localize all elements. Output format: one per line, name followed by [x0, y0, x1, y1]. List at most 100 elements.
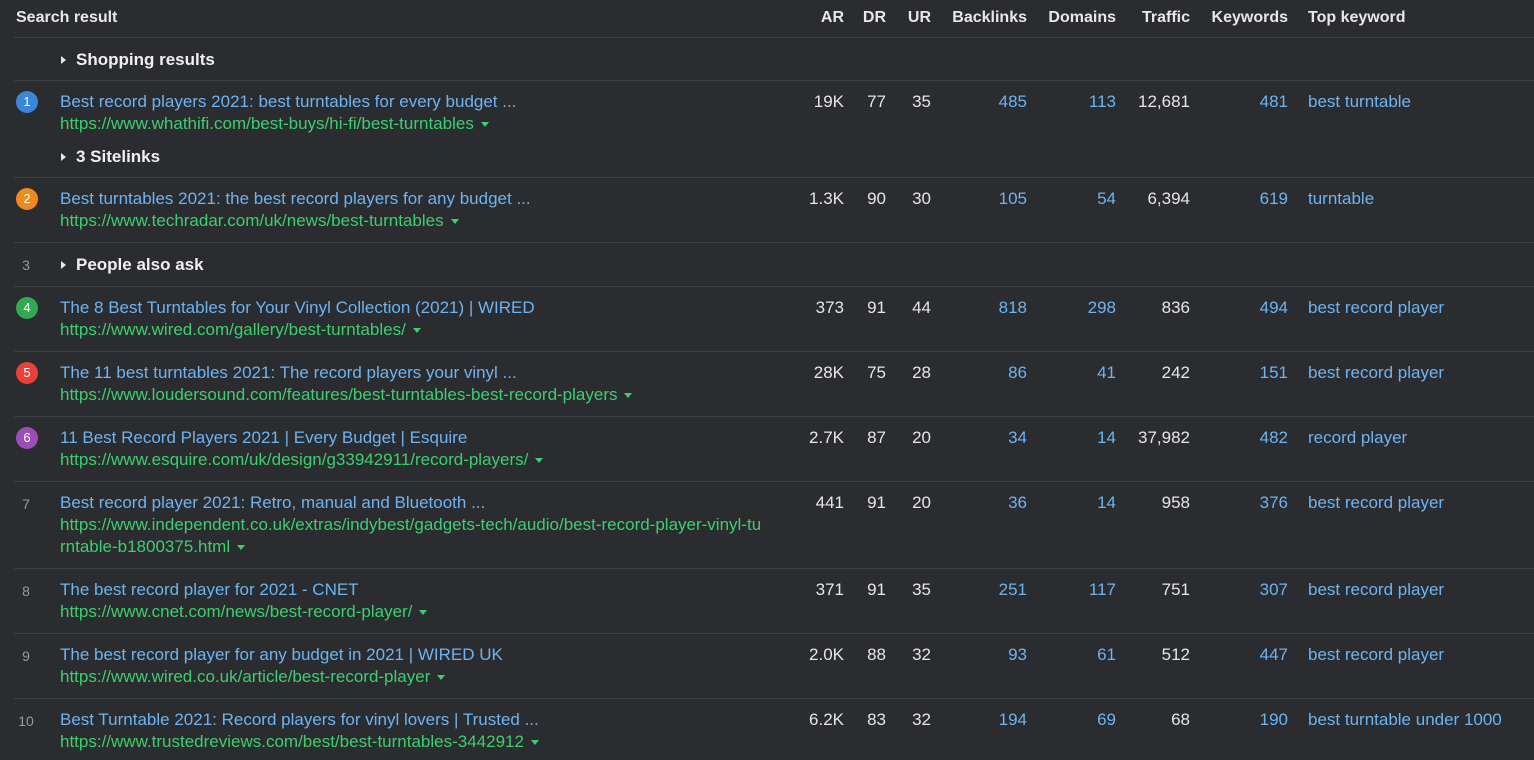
result-title-link[interactable]: Best Turntable 2021: Record players for … [60, 710, 539, 730]
domains-link[interactable]: 14 [1032, 493, 1116, 513]
col-keywords[interactable]: Keywords [1200, 9, 1288, 27]
dr-value: 87 [867, 428, 886, 447]
result-title-link[interactable]: 11 Best Record Players 2021 | Every Budg… [60, 428, 467, 448]
caret-right-icon [61, 152, 66, 161]
col-ar[interactable]: AR [804, 9, 844, 27]
paa-toggle[interactable]: People also ask [61, 255, 204, 275]
table-header: Search result AR DR UR Backlinks Domains… [14, 0, 1534, 38]
top-keyword-link[interactable]: record player [1308, 428, 1407, 448]
sitelinks-toggle[interactable]: 3 Sitelinks [61, 147, 160, 167]
col-dr[interactable]: DR [846, 9, 886, 27]
feature-shopping-row[interactable]: Shopping results [14, 38, 1534, 81]
chevron-down-icon[interactable] [237, 545, 246, 551]
chevron-down-icon[interactable] [480, 122, 489, 128]
chevron-down-icon[interactable] [450, 219, 459, 225]
top-keyword-link[interactable]: best record player [1308, 580, 1444, 600]
domains-link[interactable]: 14 [1032, 428, 1116, 448]
keywords-link[interactable]: 482 [1200, 428, 1288, 448]
position-badge: 4 [16, 297, 38, 319]
result-url[interactable]: https://www.esquire.com/uk/design/g33942… [60, 450, 544, 470]
col-top-keyword[interactable]: Top keyword [1308, 9, 1406, 27]
keywords-link[interactable]: 494 [1200, 298, 1288, 318]
top-keyword-link[interactable]: best record player [1308, 645, 1444, 665]
result-title-link[interactable]: Best record player 2021: Retro, manual a… [60, 493, 485, 513]
backlinks-link[interactable]: 194 [939, 710, 1027, 730]
position-number: 8 [22, 583, 30, 599]
ar-value: 19K [813, 92, 844, 111]
chevron-down-icon[interactable] [419, 610, 428, 616]
ar-value: 2.0K [809, 645, 844, 664]
result-url-text: https://www.techradar.com/uk/news/best-t… [60, 211, 444, 230]
result-title-link[interactable]: The best record player for any budget in… [60, 645, 503, 665]
result-title-link[interactable]: The 8 Best Turntables for Your Vinyl Col… [60, 298, 535, 318]
result-title-link[interactable]: The 11 best turntables 2021: The record … [60, 363, 517, 383]
domains-link[interactable]: 298 [1032, 298, 1116, 318]
col-backlinks[interactable]: Backlinks [939, 9, 1027, 27]
result-url[interactable]: https://www.loudersound.com/features/bes… [60, 385, 633, 405]
table-row: 10 Best Turntable 2021: Record players f… [14, 699, 1534, 760]
backlinks-link[interactable]: 93 [939, 645, 1027, 665]
col-ur[interactable]: UR [891, 9, 931, 27]
position-badge: 1 [16, 91, 38, 113]
domains-link[interactable]: 61 [1032, 645, 1116, 665]
result-url-text: https://www.esquire.com/uk/design/g33942… [60, 450, 529, 469]
chevron-down-icon[interactable] [437, 675, 446, 681]
table-row: 4 The 8 Best Turntables for Your Vinyl C… [14, 287, 1534, 352]
keywords-link[interactable]: 307 [1200, 580, 1288, 600]
result-title-link[interactable]: Best record players 2021: best turntable… [60, 92, 516, 112]
result-url[interactable]: https://www.trustedreviews.com/best/best… [60, 732, 539, 752]
col-domains[interactable]: Domains [1032, 9, 1116, 27]
chevron-down-icon[interactable] [624, 393, 633, 399]
traffic-value: 37,982 [1138, 428, 1190, 447]
chevron-down-icon[interactable] [412, 328, 421, 334]
result-url-line1[interactable]: https://www.independent.co.uk/extras/ind… [60, 515, 761, 535]
backlinks-link[interactable]: 36 [939, 493, 1027, 513]
result-url-line2[interactable]: rntable-b1800375.html [60, 537, 246, 557]
shopping-toggle[interactable]: Shopping results [61, 50, 215, 70]
keywords-link[interactable]: 190 [1200, 710, 1288, 730]
keywords-link[interactable]: 481 [1200, 92, 1288, 112]
top-keyword-link[interactable]: best record player [1308, 493, 1444, 513]
backlinks-link[interactable]: 105 [939, 189, 1027, 209]
backlinks-link[interactable]: 34 [939, 428, 1027, 448]
feature-paa-row[interactable]: 3 People also ask [14, 243, 1534, 287]
top-keyword-link[interactable]: best record player [1308, 363, 1444, 383]
backlinks-link[interactable]: 251 [939, 580, 1027, 600]
result-url-text: https://www.trustedreviews.com/best/best… [60, 732, 524, 751]
top-keyword-link[interactable]: turntable [1308, 189, 1374, 209]
col-traffic[interactable]: Traffic [1124, 9, 1190, 27]
chevron-down-icon[interactable] [530, 740, 539, 746]
result-url[interactable]: https://www.cnet.com/news/best-record-pl… [60, 602, 428, 622]
position-number: 3 [22, 257, 30, 273]
ur-value: 30 [912, 189, 931, 208]
col-search-result[interactable]: Search result [16, 9, 117, 27]
ur-value: 32 [912, 645, 931, 664]
position-number: 10 [18, 713, 34, 729]
result-url[interactable]: https://www.techradar.com/uk/news/best-t… [60, 211, 459, 231]
backlinks-link[interactable]: 485 [939, 92, 1027, 112]
domains-link[interactable]: 117 [1032, 580, 1116, 600]
table-row: 9 The best record player for any budget … [14, 634, 1534, 699]
chevron-down-icon[interactable] [535, 458, 544, 464]
backlinks-link[interactable]: 86 [939, 363, 1027, 383]
keywords-link[interactable]: 151 [1200, 363, 1288, 383]
top-keyword-link[interactable]: best turntable under 1000 [1308, 710, 1502, 730]
domains-link[interactable]: 41 [1032, 363, 1116, 383]
result-url[interactable]: https://www.wired.co.uk/article/best-rec… [60, 667, 446, 687]
result-url[interactable]: https://www.whathifi.com/best-buys/hi-fi… [60, 114, 489, 134]
result-title-link[interactable]: Best turntables 2021: the best record pl… [60, 189, 531, 209]
table-row: 1 Best record players 2021: best turntab… [14, 81, 1534, 178]
keywords-link[interactable]: 619 [1200, 189, 1288, 209]
keywords-link[interactable]: 376 [1200, 493, 1288, 513]
domains-link[interactable]: 69 [1032, 710, 1116, 730]
domains-link[interactable]: 54 [1032, 189, 1116, 209]
table-row: 6 11 Best Record Players 2021 | Every Bu… [14, 417, 1534, 482]
domains-link[interactable]: 113 [1032, 92, 1116, 112]
backlinks-link[interactable]: 818 [939, 298, 1027, 318]
top-keyword-link[interactable]: best turntable [1308, 92, 1411, 112]
result-title-link[interactable]: The best record player for 2021 - CNET [60, 580, 359, 600]
result-url[interactable]: https://www.wired.com/gallery/best-turnt… [60, 320, 421, 340]
keywords-link[interactable]: 447 [1200, 645, 1288, 665]
top-keyword-link[interactable]: best record player [1308, 298, 1444, 318]
traffic-value: 6,394 [1147, 189, 1190, 208]
